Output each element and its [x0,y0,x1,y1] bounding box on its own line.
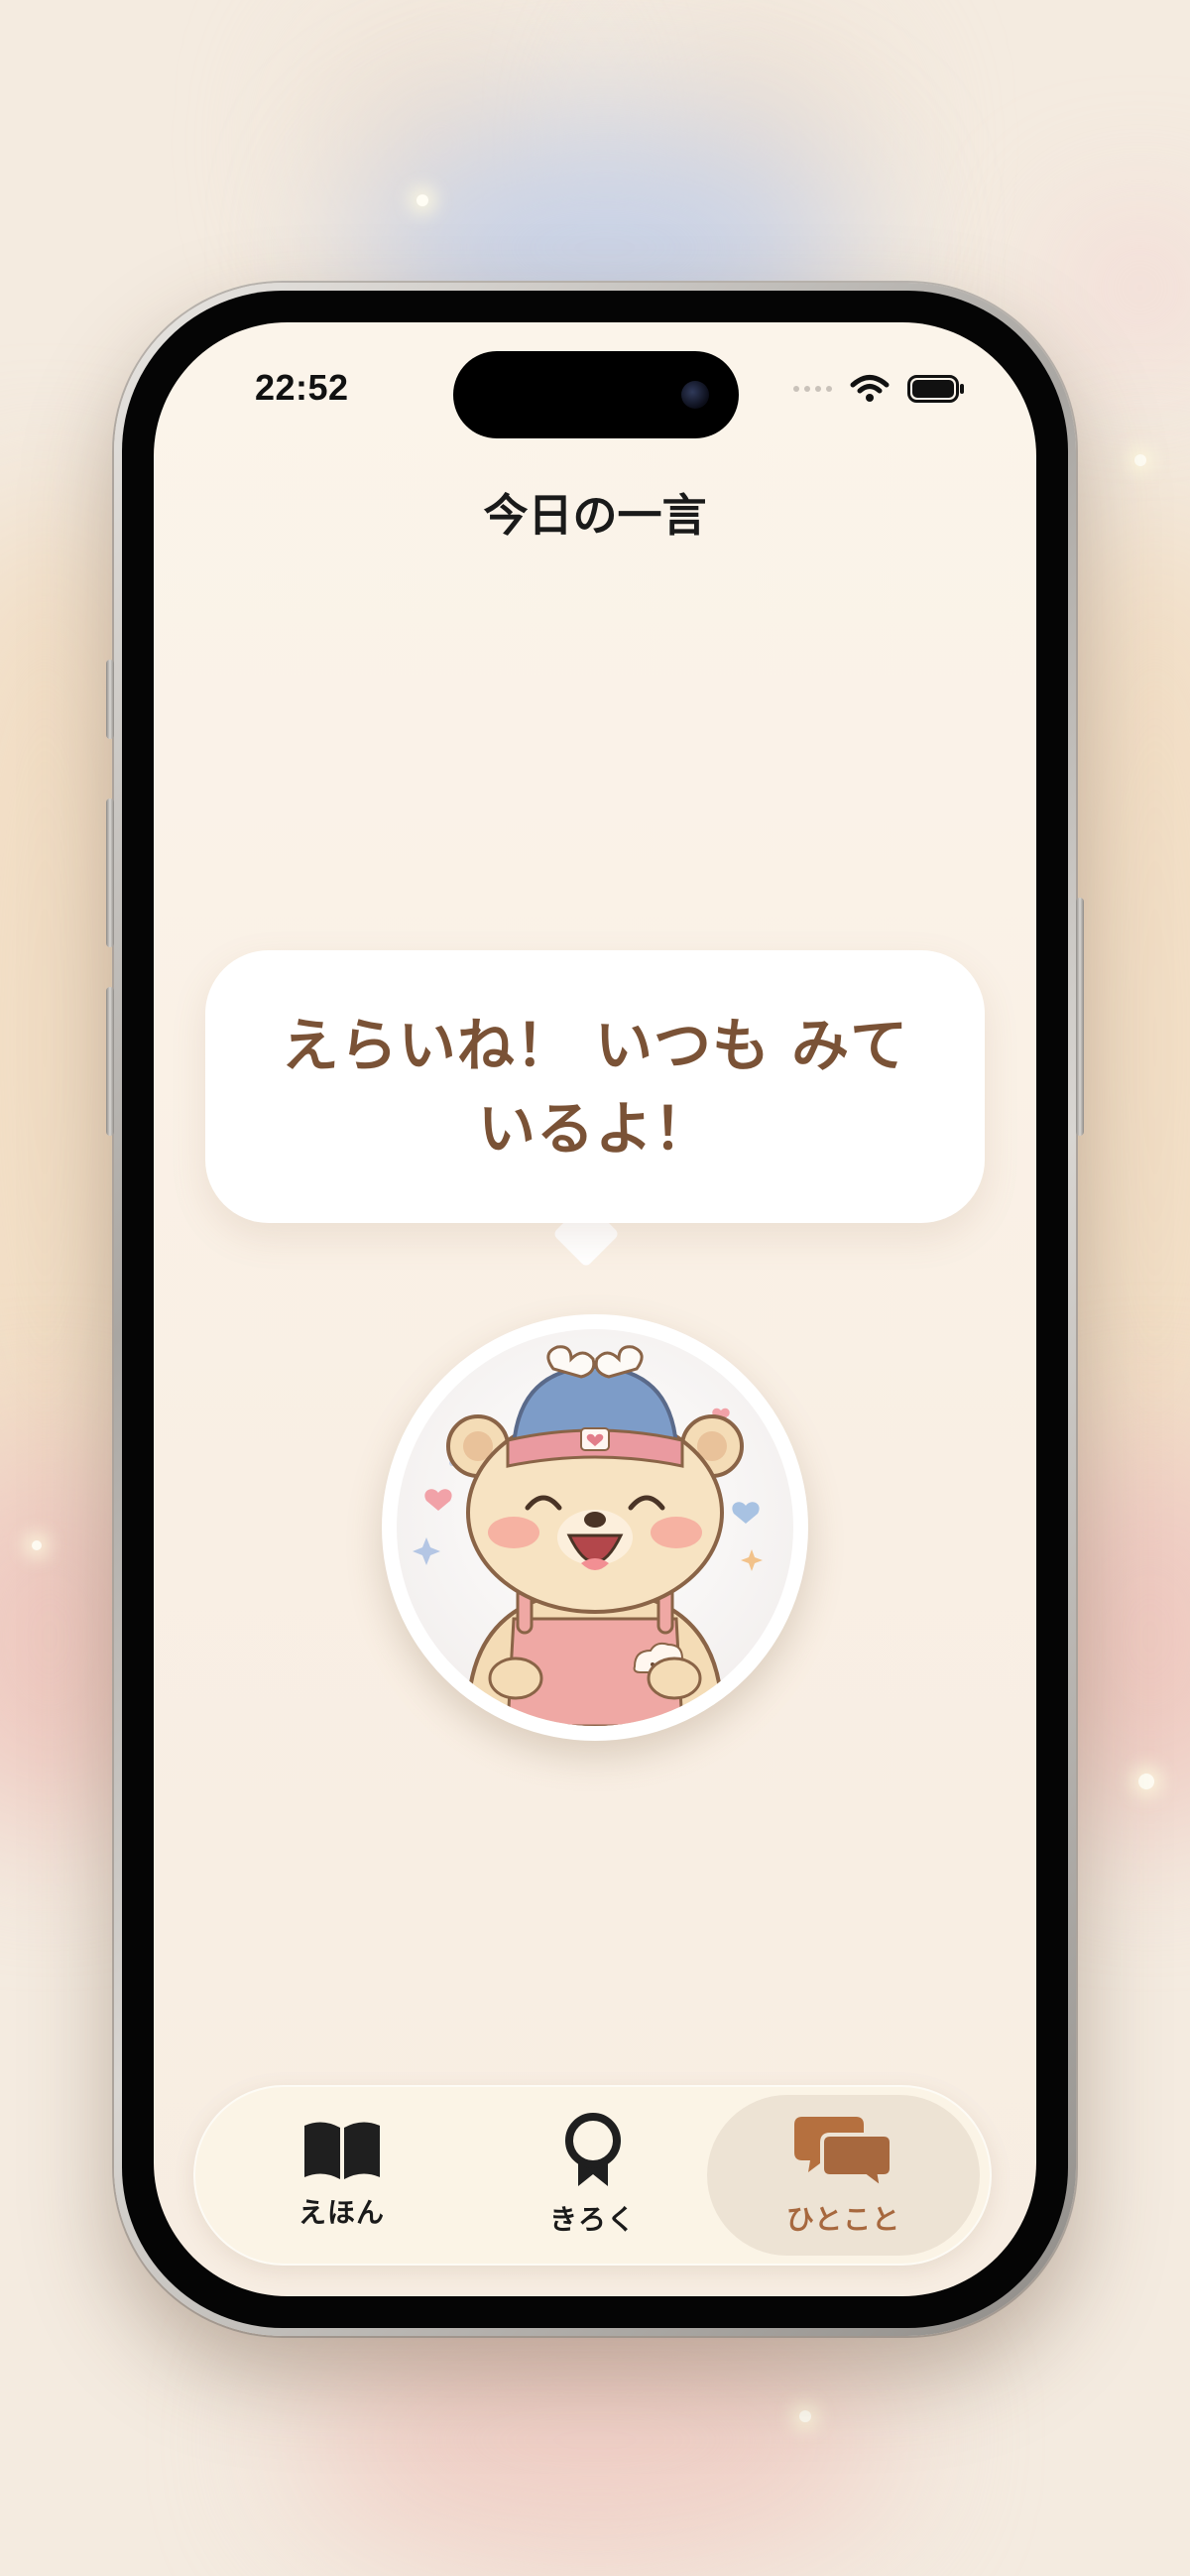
tab-label: えほん [298,2196,385,2229]
power-button [1076,898,1084,1136]
bottom-tab-bar: えほん きろく ひとこと [193,2085,992,2266]
bear-character-icon [413,1345,763,1726]
tab-label: きろく [548,2203,636,2236]
cellular-signal-icon [793,386,832,392]
daily-message-text: えらいね！ いつも みて いるよ！ [281,1011,909,1163]
wifi-icon [850,375,890,402]
tab-label: ひとこと [785,2203,901,2236]
volume-up-button [106,798,114,947]
tab-hitokoto[interactable]: ひとこと [707,2095,980,2256]
tab-kiroku[interactable]: きろく [456,2095,729,2256]
award-ribbon-icon [564,2113,621,2186]
battery-icon [907,375,964,403]
open-book-icon [303,2122,380,2179]
page-title: 今日の一言 [483,489,707,542]
status-time: 22:52 [255,367,349,408]
speech-bubbles-icon [793,2117,893,2188]
volume-down-button [106,987,114,1136]
action-button [106,660,114,739]
phone-frame: 22:52 今日の一言 えらいね！ いつも みて いるよ！ えほん きろく ひと… [106,283,1084,2336]
message-speech-bubble: えらいね！ いつも みて いるよ！ [205,950,985,1223]
front-camera-icon [681,381,709,409]
dynamic-island [453,351,739,438]
tab-ehon[interactable]: えほん [205,2095,478,2256]
status-indicators [793,374,965,404]
app-screen: 22:52 今日の一言 えらいね！ いつも みて いるよ！ えほん きろく ひと… [154,322,1036,2296]
character-avatar[interactable] [382,1314,808,1741]
